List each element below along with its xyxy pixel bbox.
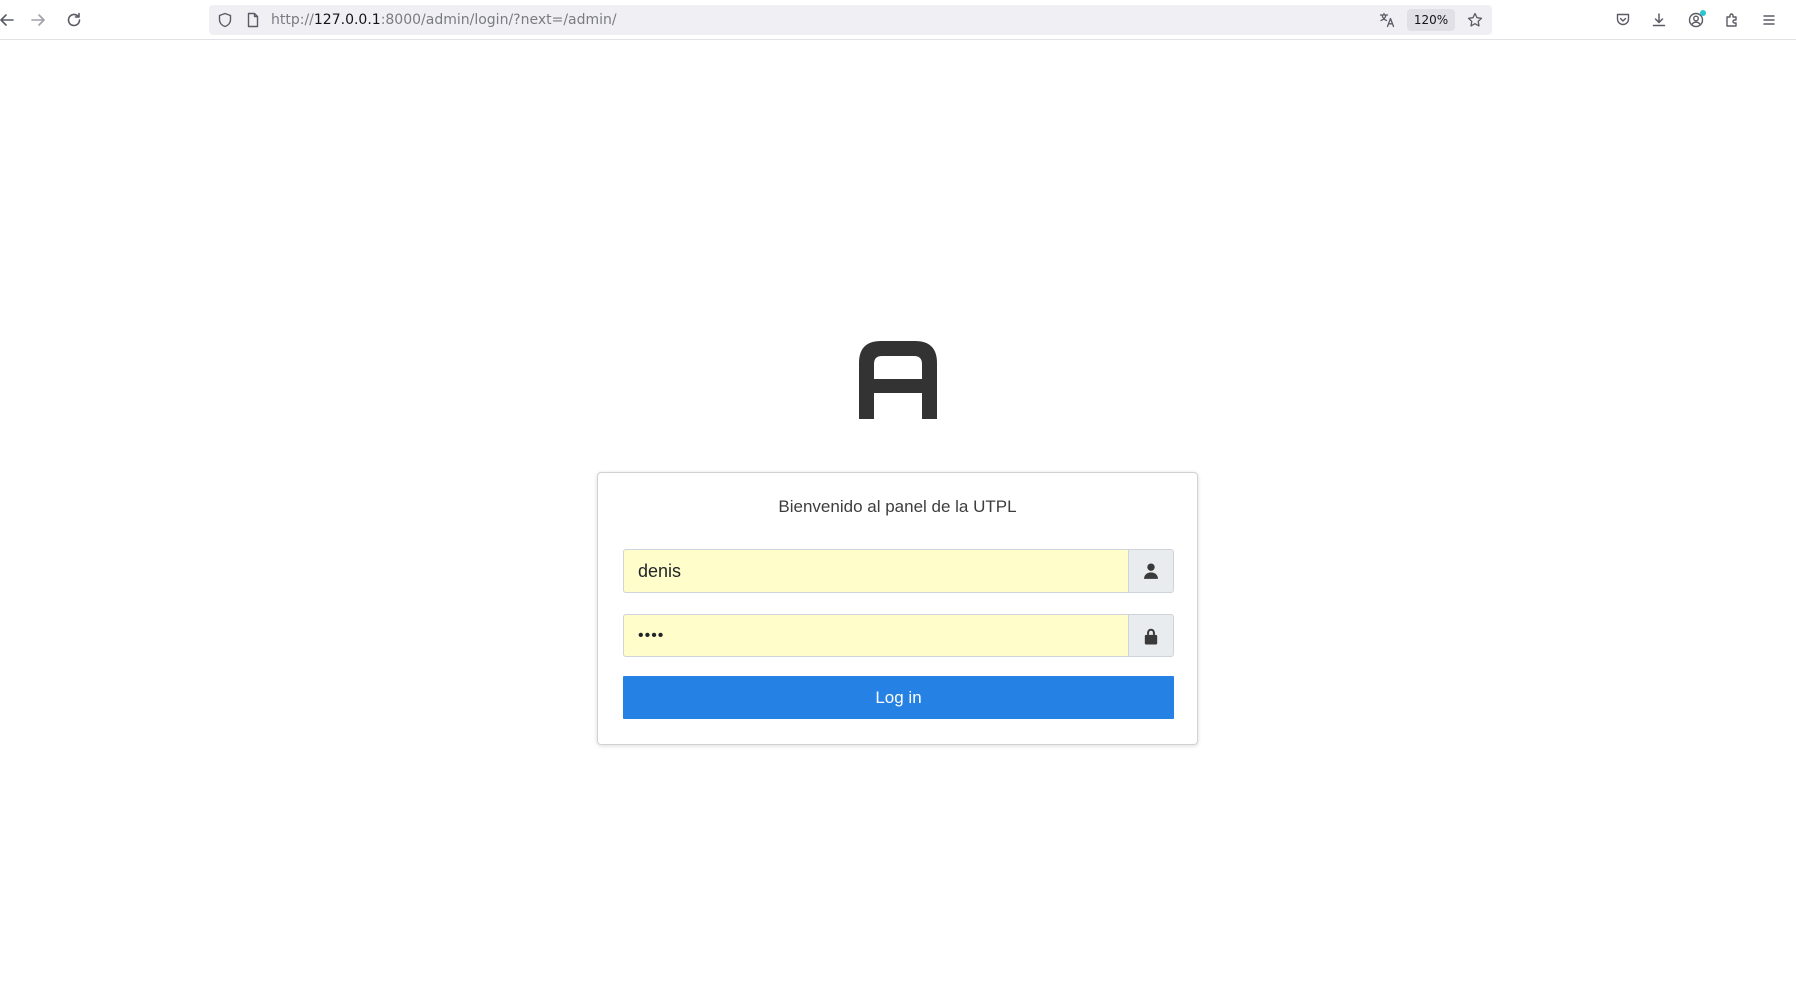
forward-arrow-icon[interactable] — [25, 7, 51, 33]
url-scheme: http:// — [271, 12, 314, 28]
download-icon[interactable] — [1646, 7, 1672, 33]
user-icon — [1128, 549, 1174, 593]
account-icon[interactable] — [1683, 7, 1709, 33]
url-bar[interactable]: http://127.0.0.1:8000/admin/login/?next=… — [209, 5, 1492, 35]
password-input-group — [623, 614, 1174, 657]
page-icon[interactable] — [245, 12, 261, 28]
back-arrow-icon[interactable] — [0, 7, 20, 33]
zoom-level-badge[interactable]: 120% — [1407, 9, 1455, 31]
reload-icon[interactable] — [61, 7, 87, 33]
login-card: Bienvenido al panel de la UTPL Log in — [597, 472, 1198, 745]
hamburger-menu-icon[interactable] — [1756, 7, 1782, 33]
translate-icon[interactable] — [1379, 12, 1395, 28]
username-field[interactable] — [623, 549, 1128, 593]
login-button[interactable]: Log in — [623, 676, 1174, 719]
url-host: 127.0.0.1 — [313, 12, 381, 28]
url-text[interactable]: http://127.0.0.1:8000/admin/login/?next=… — [271, 11, 617, 29]
letter-a-logo — [859, 341, 937, 419]
url-path: :8000/admin/login/?next=/admin/ — [380, 12, 617, 28]
browser-toolbar: http://127.0.0.1:8000/admin/login/?next=… — [0, 0, 1796, 40]
password-field[interactable] — [623, 614, 1128, 657]
username-input-group — [623, 549, 1174, 593]
pocket-icon[interactable] — [1610, 7, 1636, 33]
shield-icon[interactable] — [217, 12, 233, 28]
lock-icon — [1128, 614, 1174, 657]
star-icon[interactable] — [1467, 12, 1483, 28]
account-notification-dot — [1700, 10, 1706, 16]
puzzle-icon[interactable] — [1719, 7, 1745, 33]
login-title: Bienvenido al panel de la UTPL — [778, 497, 1017, 516]
